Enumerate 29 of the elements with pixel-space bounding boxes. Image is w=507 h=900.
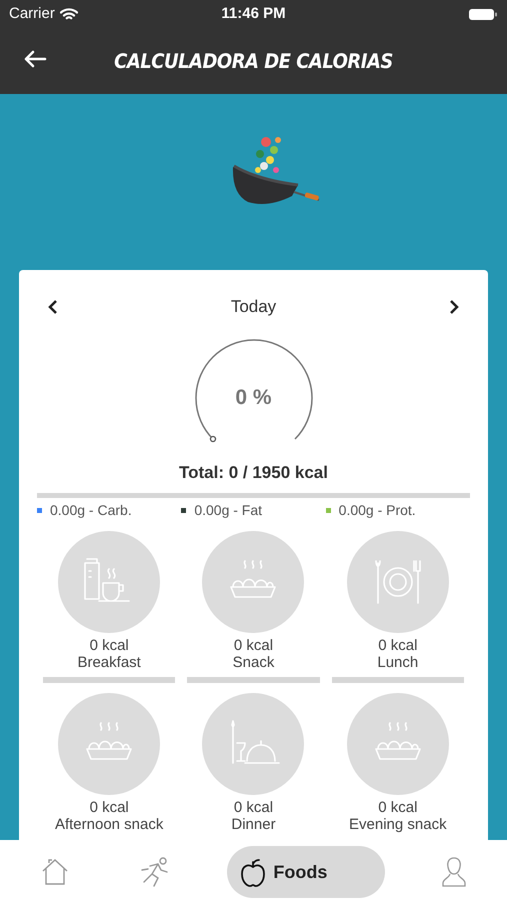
apple-icon (239, 857, 268, 887)
day-label: Today (230, 296, 276, 318)
chevron-left-icon (48, 298, 58, 315)
percent-value: 0 % (234, 384, 273, 410)
macro-value: 0.00g - Carb. (50, 501, 132, 520)
meal-calories: 0 kcal (234, 799, 274, 816)
meal-name: Breakfast (77, 654, 141, 671)
screen-title: CALCULADORA DE CALORIAS (114, 48, 393, 75)
meal-name: Afternoon snack (54, 816, 164, 833)
meal-name: Lunch (377, 654, 418, 671)
meal-calories: 0 kcal (378, 637, 418, 654)
carrier-label: Carrier (9, 4, 55, 24)
battery-icon (468, 8, 498, 20)
meal-calories: 0 kcal (90, 637, 129, 654)
meal-name: Snack (232, 654, 274, 671)
macro-value: 0.00g - Fat (194, 501, 262, 520)
meal-calories: 0 kcal (90, 799, 129, 816)
back-arrow-icon (23, 50, 47, 68)
macro-value: 0.00g - Prot. (338, 501, 416, 520)
tab[interactable]: Foods (227, 846, 386, 898)
meal-calories: 0 kcal (234, 637, 274, 654)
chevron-right-icon (449, 298, 459, 315)
wifi-icon (60, 8, 78, 20)
total-calories: Total: 0 / 1950 kcal (178, 462, 329, 484)
person-icon (441, 856, 468, 888)
clock-time: 11:46 PM (221, 4, 286, 24)
meal-name: Dinner (231, 816, 276, 833)
meal-calories: 0 kcal (378, 799, 418, 816)
meal-name: Evening snack (349, 816, 447, 833)
